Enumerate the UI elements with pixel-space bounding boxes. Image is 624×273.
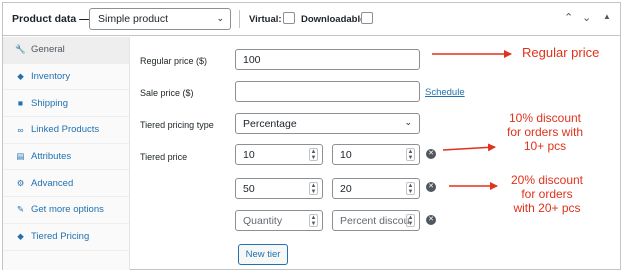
annotation-tier1: 10% discount for orders with 10+ pcs [495,111,595,153]
annotation-line: 10% discount [508,111,582,125]
annotation-line: with 20+ pcs [513,201,581,215]
annotation-line: for orders [521,187,573,201]
annotation-line: for orders with [506,125,584,139]
annotation-regular-price: Regular price [522,45,600,60]
arrow-tier1 [442,143,496,152]
annotation-tier2: 20% discount for orders with 20+ pcs [497,173,597,215]
annotation-line: 10+ pcs [523,139,567,153]
annotation-line: 20% discount [510,173,584,187]
